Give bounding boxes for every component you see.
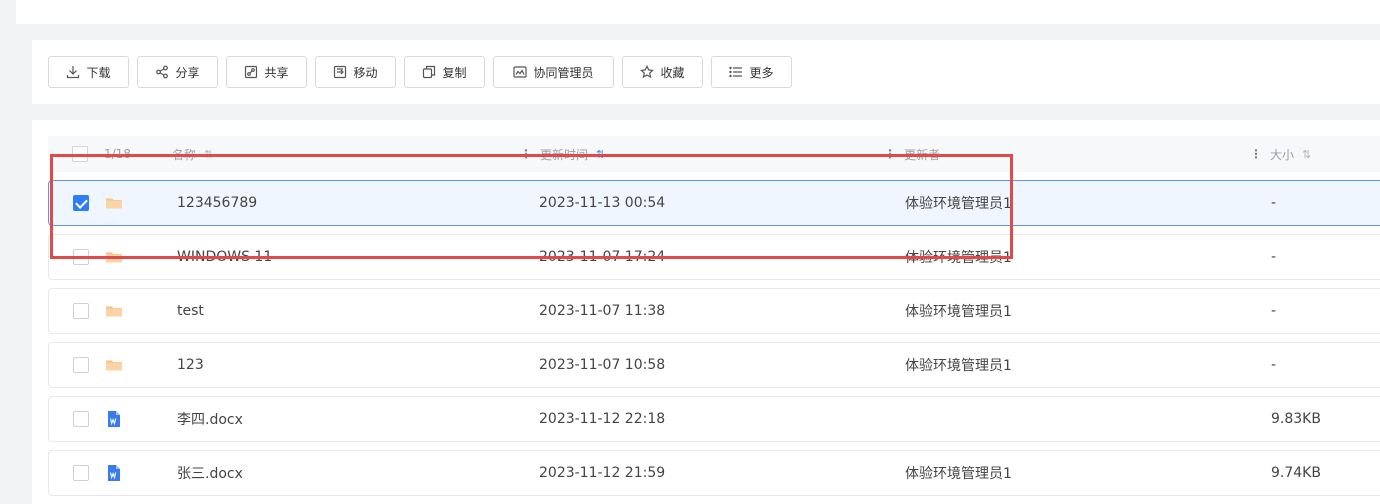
file-name[interactable]: 123456789 bbox=[177, 181, 257, 225]
share-button[interactable]: 分享 bbox=[137, 56, 218, 88]
sort-icon[interactable]: ⇅ bbox=[204, 148, 213, 161]
column-resize-handle[interactable]: ⋮ bbox=[884, 147, 896, 161]
updater: 体验环境管理员1 bbox=[905, 196, 1012, 212]
word-doc-icon bbox=[105, 410, 123, 428]
folder-icon bbox=[105, 356, 123, 374]
update-time: 2023-11-07 10:58 bbox=[539, 357, 666, 373]
file-size: - bbox=[1271, 357, 1277, 373]
co-share-icon bbox=[244, 65, 258, 79]
column-header-name[interactable]: 名称 ⇅ bbox=[172, 136, 213, 172]
row-checkbox[interactable] bbox=[73, 411, 89, 427]
copy-label: 复制 bbox=[442, 65, 467, 80]
column-resize-handle[interactable]: ⋮ bbox=[1250, 147, 1262, 161]
folder-icon bbox=[105, 302, 123, 320]
file-name[interactable]: test bbox=[177, 289, 204, 333]
favorite-button[interactable]: 收藏 bbox=[622, 56, 703, 88]
table-header: 1/18 名称 ⇅ ⋮ 更新时间 ⇅ ⋮ 更新者 ⋮ 大小 ⇅ bbox=[48, 136, 1380, 172]
update-time: 2023-11-12 22:18 bbox=[539, 411, 666, 427]
download-button[interactable]: 下载 bbox=[48, 56, 129, 88]
sort-icon[interactable]: ⇅ bbox=[1302, 148, 1311, 161]
sort-icon[interactable]: ⇅ bbox=[596, 148, 605, 161]
file-size: - bbox=[1271, 249, 1277, 265]
collab-admin-icon bbox=[513, 65, 528, 79]
table-row[interactable]: 张三.docx 2023-11-12 21:59 体验环境管理员1 9.74KB bbox=[48, 450, 1380, 496]
file-size: - bbox=[1271, 303, 1277, 319]
copy-button[interactable]: 复制 bbox=[404, 56, 485, 88]
column-header-user: ⋮ 更新者 bbox=[884, 147, 941, 162]
column-resize-handle[interactable]: ⋮ bbox=[520, 147, 532, 161]
file-size: 9.83KB bbox=[1271, 411, 1321, 427]
favorite-label: 收藏 bbox=[660, 65, 685, 80]
row-checkbox[interactable] bbox=[73, 195, 89, 211]
updater: 体验环境管理员1 bbox=[905, 358, 1012, 374]
move-button[interactable]: 移动 bbox=[315, 56, 396, 88]
download-label: 下载 bbox=[86, 65, 111, 80]
file-size: - bbox=[1271, 195, 1277, 211]
row-checkbox[interactable] bbox=[73, 357, 89, 373]
collab-admin-label: 协同管理员 bbox=[533, 65, 594, 80]
file-name[interactable]: 李四.docx bbox=[177, 397, 243, 441]
update-time: 2023-11-07 17:24 bbox=[539, 249, 666, 265]
column-header-time[interactable]: ⋮ 更新时间 ⇅ bbox=[520, 136, 605, 172]
toolbar-panel: 下载 分享 共享 移动 复制 协同管理员 收藏 更多 bbox=[32, 40, 1380, 104]
download-icon bbox=[66, 65, 80, 79]
file-name[interactable]: WINDOWS 11 bbox=[177, 235, 272, 279]
co-share-button[interactable]: 共享 bbox=[226, 56, 307, 88]
share-icon bbox=[155, 65, 169, 79]
move-icon bbox=[333, 65, 347, 79]
updater: 体验环境管理员1 bbox=[905, 304, 1012, 320]
more-button[interactable]: 更多 bbox=[711, 56, 792, 88]
table-row[interactable]: 123456789 2023-11-13 00:54 体验环境管理员1 - bbox=[48, 180, 1380, 226]
toolbar: 下载 分享 共享 移动 复制 协同管理员 收藏 更多 bbox=[48, 56, 792, 88]
table-row[interactable]: 123 2023-11-07 10:58 体验环境管理员1 - bbox=[48, 342, 1380, 388]
file-name[interactable]: 张三.docx bbox=[177, 451, 243, 495]
column-header-size[interactable]: ⋮ 大小 ⇅ bbox=[1250, 136, 1311, 172]
update-time: 2023-11-12 21:59 bbox=[539, 465, 666, 481]
table-row[interactable]: 李四.docx 2023-11-12 22:18 9.83KB bbox=[48, 396, 1380, 442]
row-checkbox[interactable] bbox=[73, 249, 89, 265]
word-doc-icon bbox=[105, 464, 123, 482]
star-icon bbox=[640, 65, 655, 79]
updater: 体验环境管理员1 bbox=[905, 466, 1012, 482]
select-all-checkbox[interactable] bbox=[72, 146, 88, 162]
table-row[interactable]: WINDOWS 11 2023-11-07 17:24 体验环境管理员1 - bbox=[48, 234, 1380, 280]
share-label: 分享 bbox=[175, 65, 200, 80]
folder-icon bbox=[105, 194, 123, 212]
selection-count: 1/18 bbox=[104, 147, 131, 161]
file-size: 9.74KB bbox=[1271, 465, 1321, 481]
file-manager-page: 下载 分享 共享 移动 复制 协同管理员 收藏 更多 1/18 名称 ⇅ ⋮ 更… bbox=[0, 0, 1380, 504]
collab-admin-button[interactable]: 协同管理员 bbox=[493, 56, 614, 88]
copy-icon bbox=[422, 65, 436, 79]
folder-icon bbox=[105, 248, 123, 266]
row-checkbox[interactable] bbox=[73, 303, 89, 319]
more-label: 更多 bbox=[749, 65, 774, 80]
update-time: 2023-11-07 11:38 bbox=[539, 303, 666, 319]
file-name[interactable]: 123 bbox=[177, 343, 204, 387]
table-row[interactable]: test 2023-11-07 11:38 体验环境管理员1 - bbox=[48, 288, 1380, 334]
file-list-panel: 1/18 名称 ⇅ ⋮ 更新时间 ⇅ ⋮ 更新者 ⋮ 大小 ⇅ 12345678… bbox=[32, 120, 1380, 504]
list-icon bbox=[729, 65, 743, 79]
row-checkbox[interactable] bbox=[73, 465, 89, 481]
co-share-label: 共享 bbox=[264, 65, 289, 80]
updater: 体验环境管理员1 bbox=[905, 250, 1012, 266]
top-strip bbox=[16, 0, 1380, 24]
update-time: 2023-11-13 00:54 bbox=[539, 195, 666, 211]
move-label: 移动 bbox=[353, 65, 378, 80]
